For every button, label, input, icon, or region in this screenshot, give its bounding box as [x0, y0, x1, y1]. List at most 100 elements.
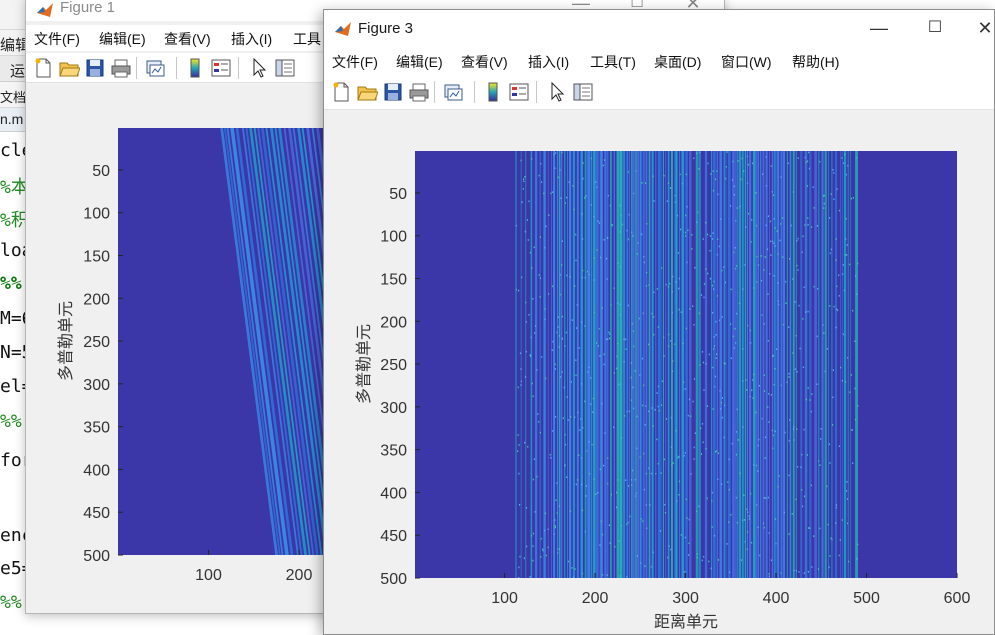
- save-icon[interactable]: [382, 81, 404, 103]
- speckle-dot: [606, 257, 608, 260]
- range-stripe: [719, 151, 723, 578]
- speckle-dot: [534, 511, 536, 513]
- menu-item[interactable]: 工具: [293, 29, 321, 49]
- speckle-dot: [680, 228, 682, 231]
- menu-item[interactable]: 桌面(D): [654, 52, 701, 72]
- speckle-dot: [541, 356, 543, 358]
- figure3-minimize-button[interactable]: —: [864, 18, 894, 38]
- speckle-dot: [804, 156, 806, 159]
- range-stripe: [842, 151, 843, 578]
- menu-item[interactable]: 文件(F): [34, 29, 80, 49]
- menu-item[interactable]: 插入(I): [231, 29, 272, 49]
- speckle-dot: [693, 378, 696, 380]
- save-icon[interactable]: [84, 57, 106, 79]
- speckle-dot: [520, 384, 522, 386]
- speckle-dot: [670, 548, 672, 551]
- speckle-dot: [826, 348, 828, 350]
- speckle-dot: [545, 377, 547, 380]
- range-stripe: [681, 151, 685, 578]
- speckle-dot: [565, 331, 567, 334]
- speckle-dot: [617, 262, 619, 265]
- speckle-dot: [736, 522, 738, 524]
- property-inspector-icon[interactable]: [274, 57, 296, 79]
- link-plot-icon[interactable]: [442, 81, 464, 103]
- menu-item[interactable]: 编辑(E): [396, 52, 443, 72]
- speckle-dot: [633, 192, 635, 195]
- speckle-dot: [835, 522, 837, 524]
- speckle-dot: [857, 262, 859, 265]
- speckle-dot: [616, 355, 618, 358]
- link-plot-icon[interactable]: [144, 57, 166, 79]
- range-stripe: [840, 151, 842, 578]
- property-inspector-icon[interactable]: [572, 81, 594, 103]
- figure3-maximize-button[interactable]: ☐: [920, 18, 950, 38]
- cursor-icon[interactable]: [248, 57, 270, 79]
- speckle-dot: [780, 176, 782, 178]
- speckle-dot: [768, 573, 770, 575]
- menu-item[interactable]: 插入(I): [528, 52, 569, 72]
- figure3-titlebar[interactable]: Figure 3 — ☐ ✕: [324, 10, 994, 48]
- cursor-icon[interactable]: [546, 81, 568, 103]
- menu-item[interactable]: 编辑(E): [99, 29, 146, 49]
- colorbar-icon[interactable]: [184, 57, 206, 79]
- range-stripe: [713, 151, 716, 578]
- speckle-dot: [757, 470, 759, 472]
- speckle-dot: [517, 434, 519, 436]
- speckle-dot: [848, 560, 850, 563]
- menu-item[interactable]: 查看(V): [461, 52, 508, 72]
- legend-icon[interactable]: [508, 81, 530, 103]
- speckle-dot: [685, 498, 687, 501]
- speckle-dot: [519, 504, 521, 506]
- speckle-dot: [561, 315, 564, 318]
- speckle-dot: [571, 567, 573, 569]
- legend-icon[interactable]: [210, 57, 232, 79]
- speckle-dot: [619, 265, 621, 268]
- range-stripe: [847, 151, 849, 578]
- menu-item[interactable]: 查看(V): [164, 29, 211, 49]
- speckle-dot: [630, 399, 632, 402]
- speckle-dot: [626, 523, 628, 526]
- menu-item[interactable]: 文件(F): [332, 52, 378, 72]
- new-file-icon[interactable]: [330, 81, 352, 103]
- print-icon[interactable]: [408, 81, 430, 103]
- speckle-dot: [667, 182, 670, 185]
- speckle-dot: [646, 271, 648, 274]
- speckle-dot: [797, 466, 799, 468]
- speckle-dot: [732, 335, 734, 338]
- speckle-dot: [630, 479, 633, 481]
- speckle-dot: [641, 357, 644, 360]
- open-folder-icon[interactable]: [58, 57, 80, 79]
- range-stripe: [539, 151, 541, 578]
- colorbar-icon[interactable]: [482, 81, 504, 103]
- figure3-close-button[interactable]: ✕: [970, 18, 994, 38]
- speckle-dot: [817, 568, 820, 570]
- speckle-dot: [707, 272, 709, 275]
- speckle-dot: [805, 311, 807, 313]
- speckle-dot: [578, 347, 580, 349]
- new-file-icon[interactable]: [32, 57, 54, 79]
- print-icon[interactable]: [110, 57, 132, 79]
- speckle-dot: [709, 277, 711, 280]
- menu-item[interactable]: 帮助(H): [792, 52, 839, 72]
- speckle-dot: [752, 162, 754, 165]
- speckle-dot: [796, 240, 798, 242]
- speckle-dot: [584, 325, 586, 327]
- speckle-dot: [553, 533, 555, 536]
- menu-item[interactable]: 窗口(W): [721, 52, 772, 72]
- menu-item[interactable]: 工具(T): [590, 52, 636, 72]
- speckle-dot: [584, 530, 586, 533]
- open-folder-icon[interactable]: [356, 81, 378, 103]
- speckle-dot: [608, 331, 610, 334]
- speckle-dot: [775, 518, 777, 520]
- speckle-dot: [703, 389, 705, 391]
- speckle-dot: [785, 302, 787, 304]
- speckle-dot: [686, 205, 688, 208]
- speckle-dot: [569, 276, 571, 278]
- speckle-dot: [802, 318, 804, 320]
- figure3-heatmap-chart[interactable]: 50 100 150 200 250 300 350 400 450 500 100 200 300 4…: [324, 111, 995, 635]
- speckle-dot: [627, 521, 629, 524]
- range-stripe: [610, 151, 612, 578]
- speckle-dot: [778, 475, 780, 477]
- speckle-dot: [544, 512, 547, 515]
- speckle-dot: [771, 190, 773, 193]
